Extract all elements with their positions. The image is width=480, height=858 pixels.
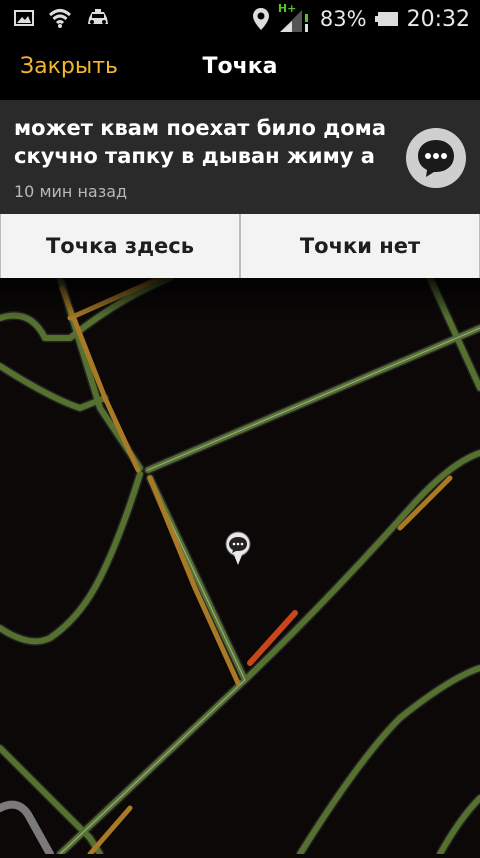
image-icon (14, 10, 34, 26)
map-view[interactable] (0, 273, 480, 858)
message-text: может квам поехат било дома скучно тапку… (14, 116, 387, 168)
close-button[interactable]: Закрыть (20, 54, 118, 79)
status-icons-right: H+ 83% 20:32 (252, 2, 470, 34)
wifi-icon (48, 9, 72, 28)
status-bar: H+ 83% 20:32 (0, 0, 480, 38)
taxi-icon (88, 9, 108, 24)
action-buttons: Точка здесь Точки нет (0, 214, 480, 278)
no-point-button[interactable]: Точки нет (240, 214, 480, 278)
location-icon (252, 8, 269, 30)
battery-percent: 83% (319, 7, 367, 31)
status-icons-left (14, 8, 110, 28)
traffic-map[interactable] (0, 273, 480, 858)
battery-icon (374, 12, 398, 26)
signal-icon: H+ (278, 2, 312, 34)
message-time: 10 мин назад (14, 182, 128, 201)
chat-bubble-icon[interactable] (406, 128, 466, 188)
point-here-button[interactable]: Точка здесь (0, 214, 240, 278)
top-bar: Закрыть Точка (0, 38, 480, 100)
clock: 20:32 (406, 6, 470, 32)
